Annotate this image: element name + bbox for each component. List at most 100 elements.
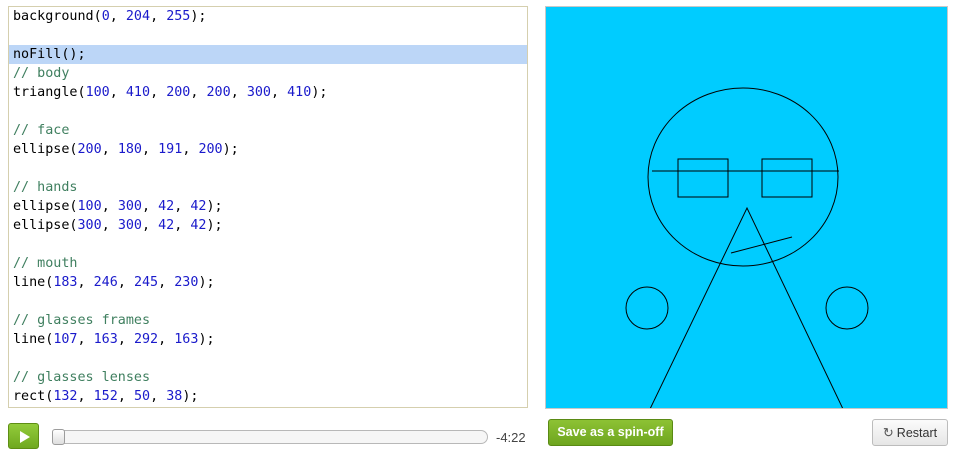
code-line[interactable]: ellipse(300, 300, 42, 42);	[9, 216, 527, 235]
code-token: ,	[142, 199, 159, 214]
code-number: 410	[287, 85, 312, 100]
code-number: 163	[174, 332, 199, 347]
code-token: ,	[150, 389, 167, 404]
code-line[interactable]: ​	[9, 102, 527, 121]
code-number: 255	[166, 9, 191, 24]
code-token: background(	[13, 9, 102, 24]
code-number: 163	[93, 332, 118, 347]
refresh-icon: ↻	[882, 425, 894, 440]
code-token: line(	[13, 332, 54, 347]
code-token: );	[182, 389, 199, 404]
code-token: ellipse(	[13, 142, 78, 157]
code-token: ,	[77, 332, 94, 347]
code-comment: // hands	[13, 180, 78, 195]
code-token: ,	[117, 332, 134, 347]
code-token: ,	[101, 199, 118, 214]
play-icon	[20, 431, 30, 443]
code-token: noFill();	[13, 47, 86, 62]
code-number: 0	[101, 9, 110, 24]
code-token: ,	[182, 142, 199, 157]
code-number: 300	[77, 218, 102, 233]
code-number: 42	[190, 218, 207, 233]
code-line[interactable]: // glasses lenses	[9, 368, 527, 387]
code-line[interactable]: ellipse(100, 300, 42, 42);	[9, 197, 527, 216]
code-line[interactable]: ​	[9, 26, 527, 45]
code-line[interactable]: // glasses frames	[9, 311, 527, 330]
left-glasses-lens	[677, 158, 729, 198]
code-token: ellipse(	[13, 199, 78, 214]
code-token: ,	[77, 275, 94, 290]
code-token: ,	[174, 218, 191, 233]
code-line[interactable]: // face	[9, 121, 527, 140]
code-number: 42	[158, 218, 175, 233]
code-number: 300	[117, 218, 142, 233]
code-line[interactable]: triangle(100, 410, 200, 200, 300, 410);	[9, 83, 527, 102]
code-line[interactable]: ​	[9, 349, 527, 368]
face-ellipse	[647, 87, 839, 267]
code-token: ,	[77, 389, 94, 404]
play-button[interactable]	[8, 423, 39, 449]
code-number: 246	[93, 275, 118, 290]
code-number: 200	[77, 142, 102, 157]
restart-label: Restart	[896, 426, 938, 440]
code-token: rect(	[13, 389, 54, 404]
code-number: 180	[117, 142, 142, 157]
scrubber-handle[interactable]	[52, 429, 65, 445]
code-token: ,	[109, 85, 126, 100]
code-token: ,	[101, 142, 118, 157]
right-hand-circle	[825, 286, 869, 330]
code-line[interactable]: // mouth	[9, 254, 527, 273]
right-glasses-lens	[761, 158, 813, 198]
code-token: ,	[101, 218, 118, 233]
code-comment: // body	[13, 66, 70, 81]
code-line[interactable]: background(0, 204, 255);	[9, 7, 527, 26]
code-number: 300	[117, 199, 142, 214]
code-line[interactable]: ​	[9, 292, 527, 311]
code-token: ellipse(	[13, 218, 78, 233]
code-number: 100	[85, 85, 110, 100]
code-token: ,	[230, 85, 247, 100]
code-lines: background(0, 204, 255);​noFill();// bod…	[9, 7, 527, 406]
code-token: ,	[142, 218, 159, 233]
body-triangle	[649, 206, 844, 408]
code-line[interactable]: line(183, 246, 245, 230);	[9, 273, 527, 292]
code-number: 42	[190, 199, 207, 214]
code-token: );	[311, 85, 328, 100]
code-number: 200	[198, 142, 223, 157]
code-number: 230	[174, 275, 199, 290]
code-token: ,	[150, 85, 167, 100]
code-token: ,	[150, 9, 167, 24]
left-hand-circle	[625, 286, 669, 330]
code-line[interactable]: // hands	[9, 178, 527, 197]
code-number: 204	[125, 9, 151, 24]
playback-scrubber[interactable]	[52, 429, 488, 445]
code-editor[interactable]: background(0, 204, 255);​noFill();// bod…	[8, 6, 528, 408]
drawing-shapes	[625, 87, 869, 408]
code-number: 132	[53, 389, 78, 404]
code-token: ,	[158, 332, 175, 347]
code-token: ,	[190, 85, 207, 100]
code-token: triangle(	[13, 85, 86, 100]
save-spinoff-button[interactable]: Save as a spin-off	[548, 419, 673, 446]
code-token: );	[198, 332, 215, 347]
code-line[interactable]: line(107, 163, 292, 163);	[9, 330, 527, 349]
code-token: ,	[142, 142, 159, 157]
time-remaining: -4:22	[496, 430, 526, 445]
code-number: 50	[133, 389, 151, 404]
code-line[interactable]: ​	[9, 235, 527, 254]
code-line[interactable]: // body	[9, 64, 527, 83]
code-line[interactable]: ​	[9, 159, 527, 178]
output-canvas	[545, 6, 948, 409]
code-number: 292	[133, 332, 159, 347]
code-comment: // face	[13, 123, 70, 138]
code-line[interactable]: ellipse(200, 180, 191, 200);	[9, 140, 527, 159]
code-number: 200	[166, 85, 191, 100]
code-number: 38	[166, 389, 183, 404]
code-number: 300	[246, 85, 271, 100]
code-number: 410	[125, 85, 151, 100]
code-number: 107	[53, 332, 78, 347]
code-line[interactable]: rect(132, 152, 50, 38);	[9, 387, 527, 406]
code-number: 245	[133, 275, 159, 290]
restart-button[interactable]: ↻ Restart	[872, 419, 948, 446]
code-line[interactable]: noFill();	[9, 45, 527, 64]
